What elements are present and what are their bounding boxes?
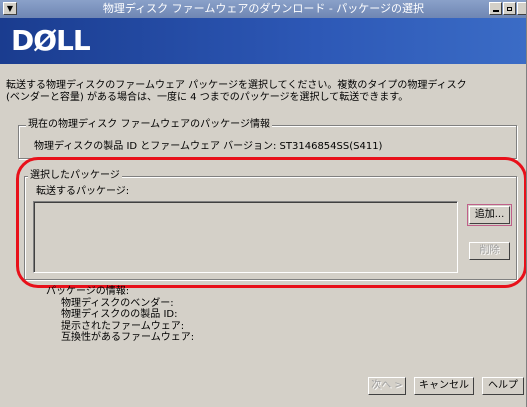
- package-info-heading: パッケージの情報:: [46, 286, 130, 297]
- brand-banner: DØLL: [0, 18, 526, 64]
- compatible-firmware-label: 互換性があるファームウェア:: [61, 332, 195, 343]
- instructions-line-2: (ベンダーと容量) がある場合は、一度に 4 つまでのパッケージを選択して転送で…: [6, 92, 409, 103]
- dell-logo: DØLL: [11, 24, 91, 57]
- instructions-text: 転送する物理ディスクのファームウェア パッケージを選択してください。複数のタイプ…: [6, 80, 516, 104]
- dialog-window: ▼ 物理ディスク ファームウェアのダウンロード - パッケージの選択 DØLL …: [0, 0, 527, 407]
- current-firmware-info: 物理ディスクの製品 ID とファームウェア バージョン: ST3146854SS…: [34, 141, 383, 152]
- annotation-highlight: [16, 157, 526, 288]
- title-bar[interactable]: ▼ 物理ディスク ファームウェアのダウンロード - パッケージの選択: [0, 0, 526, 18]
- instructions-line-1: 転送する物理ディスクのファームウェア パッケージを選択してください。複数のタイプ…: [6, 80, 467, 91]
- package-info: パッケージの情報: 物理ディスクのベンダー: 物理ディスクのの製品 ID: 提示…: [46, 286, 194, 344]
- maximize-icon[interactable]: [503, 2, 516, 15]
- next-button[interactable]: 次へ >: [368, 377, 406, 395]
- minimize-icon[interactable]: [489, 2, 502, 15]
- help-button[interactable]: ヘルプ: [482, 377, 524, 395]
- window-title: 物理ディスク ファームウェアのダウンロード - パッケージの選択: [102, 2, 425, 15]
- offered-firmware-label: 提示されたファームウェア:: [61, 320, 185, 332]
- close-icon[interactable]: [517, 2, 526, 15]
- package-vendor-label: 物理ディスクのベンダー:: [61, 297, 174, 309]
- package-product-id-label: 物理ディスクのの製品 ID:: [61, 309, 178, 320]
- current-package-legend: 現在の物理ディスク ファームウェアのパッケージ情報: [26, 119, 272, 131]
- cancel-button[interactable]: キャンセル: [414, 377, 474, 395]
